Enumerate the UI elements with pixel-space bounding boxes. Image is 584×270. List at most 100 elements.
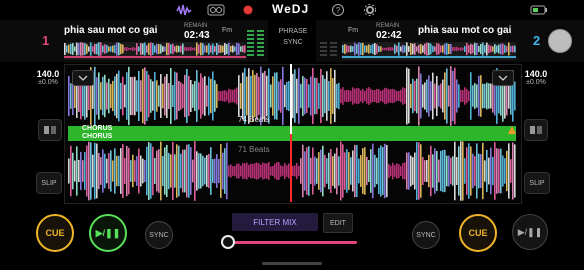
waveform-sample bbox=[124, 47, 126, 51]
waveform-sample bbox=[478, 75, 480, 117]
waveform-sample bbox=[430, 43, 432, 55]
waveform-sample bbox=[268, 162, 270, 180]
help-icon[interactable]: ? bbox=[331, 3, 347, 17]
deck2-bpm[interactable]: 140.0 ±0.0% bbox=[516, 69, 556, 86]
waveform-sample bbox=[308, 146, 310, 196]
waveform-sample bbox=[160, 44, 162, 54]
deck1-collapse-button[interactable] bbox=[72, 70, 94, 86]
waveform-sample bbox=[488, 44, 490, 54]
waveform-sample bbox=[476, 143, 478, 199]
waveform-sample bbox=[424, 160, 426, 182]
deck2-play-pause-button[interactable]: ▶/❚❚ bbox=[512, 214, 548, 250]
crossfader-handle[interactable] bbox=[221, 235, 235, 249]
edit-button[interactable]: EDIT bbox=[323, 213, 353, 233]
waveform-sample bbox=[374, 154, 376, 188]
waveform-sample bbox=[444, 149, 446, 193]
waveform-sample bbox=[378, 46, 380, 52]
waveform-sample bbox=[82, 42, 84, 56]
waveform-sample bbox=[448, 85, 450, 107]
waveform-sample bbox=[326, 158, 328, 184]
waveform-sample bbox=[154, 157, 156, 185]
waveform-sample bbox=[474, 156, 476, 186]
waveform-sample bbox=[98, 72, 100, 120]
settings-icon[interactable] bbox=[363, 3, 379, 17]
waveform-sample bbox=[362, 148, 364, 194]
waveform-sample bbox=[452, 156, 454, 186]
deck2-minimap[interactable] bbox=[342, 42, 516, 60]
waveform-sample bbox=[144, 42, 146, 56]
waveform-sample bbox=[148, 43, 150, 55]
waveform-sample bbox=[460, 89, 462, 103]
filter-mix-button[interactable]: FILTER MIX bbox=[232, 213, 318, 231]
deck1-track-title[interactable]: phia sau mot co gai bbox=[64, 25, 157, 36]
deck2-sync-button[interactable]: SYNC bbox=[412, 221, 440, 249]
waveform-sample bbox=[380, 46, 382, 52]
deck2-mode-button[interactable] bbox=[524, 119, 548, 141]
waveform-sample bbox=[346, 45, 348, 53]
waveform-sample bbox=[246, 76, 248, 116]
deck2-jog-thumb[interactable] bbox=[548, 29, 572, 53]
waveform-icon[interactable] bbox=[176, 3, 192, 17]
waveform-sample bbox=[156, 43, 158, 55]
waveform-sample bbox=[358, 88, 360, 104]
waveform-sample bbox=[472, 85, 474, 107]
waveform-sample bbox=[222, 90, 224, 102]
deck1-phrase-bar bbox=[68, 126, 516, 134]
crossfader-track[interactable] bbox=[229, 241, 357, 244]
waveform-sample bbox=[456, 79, 458, 113]
waveform-sample bbox=[184, 47, 186, 51]
waveform-sample bbox=[432, 154, 434, 188]
deck2-cue-button[interactable]: CUE bbox=[459, 214, 497, 252]
deck1-slip-button[interactable]: SLIP bbox=[36, 172, 62, 194]
waveform-sample bbox=[376, 88, 378, 104]
deck2-slip-button[interactable]: SLIP bbox=[524, 172, 550, 194]
waveform-sample bbox=[462, 47, 464, 51]
waveform-sample bbox=[120, 82, 122, 110]
deck2-collapse-button[interactable] bbox=[492, 70, 514, 86]
waveform-sample bbox=[110, 46, 112, 52]
chevron-down-icon bbox=[498, 75, 508, 81]
waveform-sample bbox=[508, 42, 510, 56]
deck1-play-pause-button[interactable]: ▶/❚❚ bbox=[89, 214, 127, 252]
deck2-number: 2 bbox=[533, 33, 541, 48]
record-icon[interactable] bbox=[241, 3, 257, 17]
waveform-sample bbox=[326, 71, 328, 121]
deck1-mode-button[interactable] bbox=[38, 119, 62, 141]
waveform-sample bbox=[352, 87, 354, 105]
waveform-sample bbox=[274, 163, 276, 179]
deck1-waveform[interactable] bbox=[68, 66, 516, 126]
waveform-sample bbox=[310, 157, 312, 185]
waveform-sample bbox=[224, 148, 226, 194]
deck2-bpm-value: 140.0 bbox=[524, 69, 548, 79]
deck2-waveform[interactable] bbox=[68, 141, 516, 201]
waveform-sample bbox=[488, 83, 490, 109]
waveform-sample bbox=[106, 82, 108, 110]
deck1-bpm[interactable]: 140.0 ±0.0% bbox=[28, 69, 68, 86]
waveform-sample bbox=[128, 147, 130, 195]
waveform-sample bbox=[422, 84, 424, 108]
waveform-sample bbox=[342, 87, 344, 105]
deck1-sync-button[interactable]: SYNC bbox=[145, 221, 173, 249]
waveform-sample bbox=[120, 148, 122, 194]
deck1-cue-button[interactable]: CUE bbox=[36, 214, 74, 252]
deck2-bpm-adjust: ±0.0% bbox=[526, 79, 546, 86]
waveform-sample bbox=[402, 87, 404, 105]
waveform-sample bbox=[276, 162, 278, 180]
deck2-track-title[interactable]: phia sau mot co gai bbox=[418, 25, 511, 36]
waveform-sample bbox=[354, 144, 356, 198]
waveform-sample bbox=[214, 158, 216, 184]
deck1-minimap[interactable] bbox=[64, 42, 246, 60]
waveform-sample bbox=[490, 83, 492, 109]
waveform-sample bbox=[336, 147, 338, 195]
waveform-sample bbox=[440, 83, 442, 109]
phrase-sync-button[interactable]: PHRASE SYNC bbox=[271, 26, 315, 56]
waveform-sample bbox=[150, 79, 152, 113]
waveform-sample bbox=[190, 80, 192, 112]
waveform-sample bbox=[214, 46, 216, 52]
radio-icon[interactable] bbox=[207, 3, 225, 17]
waveform-sample bbox=[212, 71, 214, 121]
waveform-sample bbox=[480, 43, 482, 55]
waveform-sample bbox=[392, 88, 394, 104]
waveform-sample bbox=[484, 83, 486, 109]
waveform-sample bbox=[460, 47, 462, 51]
